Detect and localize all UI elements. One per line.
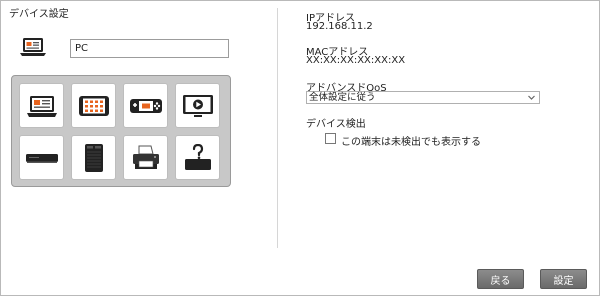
device-type-laptop[interactable] bbox=[19, 83, 64, 128]
section-title: デバイス設定 bbox=[9, 9, 69, 20]
ip-address-value: 192.168.11.2 bbox=[306, 21, 373, 32]
device-detection-label: デバイス検出 bbox=[306, 119, 366, 130]
chevron-down-icon bbox=[528, 95, 535, 100]
qos-select[interactable]: 全体設定に従う bbox=[306, 91, 540, 104]
device-type-nas[interactable] bbox=[71, 135, 116, 180]
device-type-panel bbox=[11, 75, 231, 187]
device-type-tablet[interactable] bbox=[71, 83, 116, 128]
laptop-icon bbox=[26, 95, 57, 117]
laptop-icon bbox=[20, 38, 46, 56]
printer-icon bbox=[132, 145, 159, 169]
show-undetected-checkbox[interactable] bbox=[325, 133, 336, 144]
device-type-tv[interactable] bbox=[175, 83, 220, 128]
device-type-game[interactable] bbox=[123, 83, 168, 128]
gamepad-icon bbox=[129, 98, 162, 113]
device-type-printer[interactable] bbox=[123, 135, 168, 180]
media-player-icon bbox=[25, 153, 58, 163]
tablet-icon bbox=[78, 95, 109, 116]
nas-icon bbox=[84, 143, 103, 172]
vertical-divider bbox=[277, 8, 278, 248]
tv-icon bbox=[182, 94, 213, 117]
show-undetected-label: この端末は未検出でも表示する bbox=[341, 137, 481, 148]
device-type-unknown[interactable] bbox=[175, 135, 220, 180]
save-button[interactable]: 設定 bbox=[540, 269, 587, 289]
mac-address-value: XX:XX:XX:XX:XX:XX bbox=[306, 55, 406, 66]
unknown-device-icon bbox=[184, 143, 211, 170]
back-button[interactable]: 戻る bbox=[477, 269, 524, 289]
device-type-media-player[interactable] bbox=[19, 135, 64, 180]
qos-selected-value: 全体設定に従う bbox=[309, 92, 376, 103]
device-name-input[interactable] bbox=[70, 39, 229, 58]
